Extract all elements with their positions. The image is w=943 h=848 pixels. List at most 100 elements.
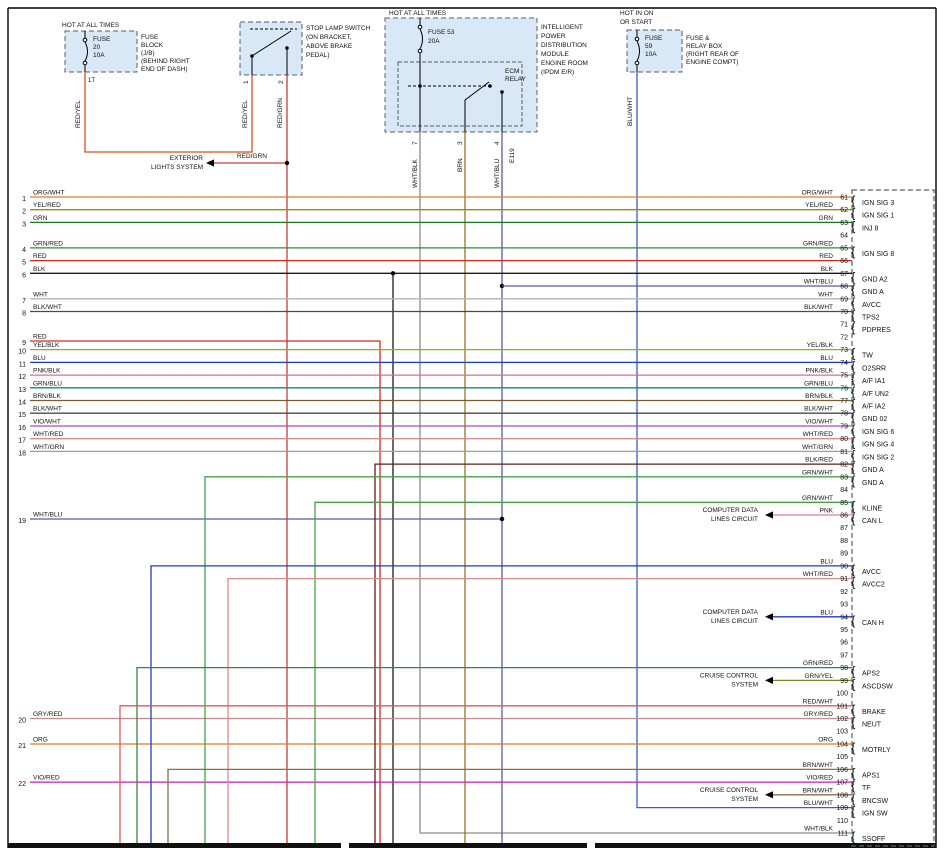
row-color-label: YEL/RED [33, 202, 61, 209]
pin-color-label: ORG/WHT [802, 190, 833, 197]
row-color-label: BLK/WHT [33, 406, 62, 413]
row-number-2: 2 [22, 209, 26, 216]
system-arrow-icon [765, 677, 773, 684]
row-number-14: 14 [18, 400, 26, 407]
fuse-20-label: 20 [93, 44, 101, 51]
pin-group-brace: { [851, 511, 856, 526]
pin-color-label: BLK/WHT [804, 406, 833, 413]
row-number-12: 12 [18, 374, 26, 381]
row-color-label: WHT [33, 291, 48, 298]
fuse-block-caption: END OF DASH) [141, 66, 188, 73]
pin-number-83: 83 [840, 474, 848, 481]
row-number-3: 3 [22, 221, 26, 228]
row-color-label: BRN/BLK [33, 393, 61, 400]
pin-group-brace: { [851, 740, 856, 755]
row-number-7: 7 [22, 298, 26, 305]
pin-number-108: 108 [836, 792, 848, 799]
system-arrow-icon [765, 613, 773, 620]
pin-number-93: 93 [840, 602, 848, 609]
junction-dot [500, 517, 504, 521]
fuse-59-label: 59 [645, 43, 653, 50]
pin-color-label: VIO/WHT [805, 418, 833, 425]
pin-signal-label: TF [862, 785, 871, 792]
stop-lamp-switch-caption: PEDAL) [306, 52, 329, 59]
fuse-59-terminal [635, 37, 639, 41]
relay-contact [488, 84, 492, 88]
pin-color-label: PNK [820, 508, 834, 515]
row-color-label: WHT/GRN [33, 444, 64, 451]
row-color-label: WHT/RED [33, 431, 64, 438]
pin-signal-label: IGN SW [862, 811, 888, 818]
pin-number-74: 74 [840, 360, 848, 367]
pin-number-77: 77 [840, 398, 848, 405]
pin-color-label: WHT/BLU [804, 279, 834, 286]
pin-color-label: BLU [820, 558, 833, 565]
row-color-label: GRN [33, 215, 48, 222]
row-color-label: VIO/WHT [33, 419, 61, 426]
pin-color-label: RED/WHT [803, 698, 833, 705]
pin-group-brace: { [851, 473, 856, 488]
row-color-label: BLK [33, 266, 46, 273]
pin-color-label: VIO/RED [806, 775, 833, 782]
fuse-20-terminal [83, 61, 87, 65]
pin-number-76: 76 [840, 385, 848, 392]
exterior-lights-arrow-icon [206, 159, 214, 166]
wire-stub-red-wht [120, 706, 852, 843]
pin-signal-label: CAN L [862, 518, 883, 525]
pin-color-label: BLK/WHT [804, 304, 833, 311]
fuse-block-caption: BLOCK [141, 42, 164, 49]
pin-signal-label: GND 02 [862, 416, 887, 423]
pin-number-98: 98 [840, 665, 848, 672]
pin-signal-label: KLINE [862, 505, 883, 512]
pin-signal-label: GND A2 [862, 276, 888, 283]
pin-group-brace: { [851, 575, 856, 590]
fuse-59-label: FUSE [645, 35, 663, 42]
junction-dot [285, 161, 289, 165]
pin-group-brace: { [851, 715, 856, 730]
row-number-1: 1 [22, 196, 26, 203]
ipdm-caption: POWER [541, 33, 566, 40]
pin-color-label: WHT/RED [803, 431, 834, 438]
fuse-20-label: 10A [93, 52, 105, 59]
pin-signal-label: APS2 [862, 671, 880, 678]
frame-bottom-bar [349, 843, 587, 848]
row-number-9: 9 [22, 340, 26, 347]
pin-signal-label: IGN SIG 1 [862, 213, 894, 220]
stop-lamp-switch-caption: ABOVE BRAKE [306, 43, 353, 50]
pin-number-71: 71 [840, 322, 848, 329]
row-color-label: RED [33, 334, 47, 341]
fuse-53-terminal [418, 25, 422, 29]
pin-number-104: 104 [836, 741, 848, 748]
fuse-relay-box-caption: (RIGHT REAR OF [686, 51, 739, 58]
pin-color-label: YEL/BLK [807, 342, 834, 349]
pin-signal-label: IGN SIG 6 [862, 429, 894, 436]
system-annotation: EXTERIOR [170, 155, 204, 162]
row-number-20: 20 [18, 718, 26, 725]
pin-group-brace: { [851, 676, 856, 691]
pin-color-label: GRN [819, 215, 834, 222]
pin-signal-label: AVCC2 [862, 582, 885, 589]
pin-signal-label: ASCDSW [862, 683, 893, 690]
system-annotation: SYSTEM [731, 681, 758, 688]
pin-signal-label: TW [862, 353, 873, 360]
row-number-19: 19 [18, 518, 26, 525]
pin-number-100: 100 [836, 691, 848, 698]
fuse-relay-box-caption: ENGINE COMPT) [686, 59, 738, 66]
row-number-13: 13 [18, 387, 26, 394]
vertical-wire-label: 4 [494, 141, 501, 145]
pin-group-brace: { [851, 244, 856, 259]
row-number-16: 16 [18, 425, 26, 432]
stop-lamp-switch-caption: STOP LAMP SWITCH [306, 25, 371, 32]
row-number-8: 8 [22, 311, 26, 318]
pin-number-107: 107 [836, 780, 848, 787]
row-number-6: 6 [22, 272, 26, 279]
pin-signal-label: NEUT [862, 722, 882, 729]
vertical-wire-label: BRN [457, 158, 464, 172]
vertical-wire-label: 7 [412, 141, 419, 145]
pin-color-label: YEL/RED [805, 202, 833, 209]
pin-number-109: 109 [836, 805, 848, 812]
system-annotation: CRUISE CONTROL [700, 787, 759, 794]
pin-color-label: BLU [820, 609, 833, 616]
relay-contact [500, 90, 504, 94]
pin-color-label: BLU/WHT [804, 800, 833, 807]
